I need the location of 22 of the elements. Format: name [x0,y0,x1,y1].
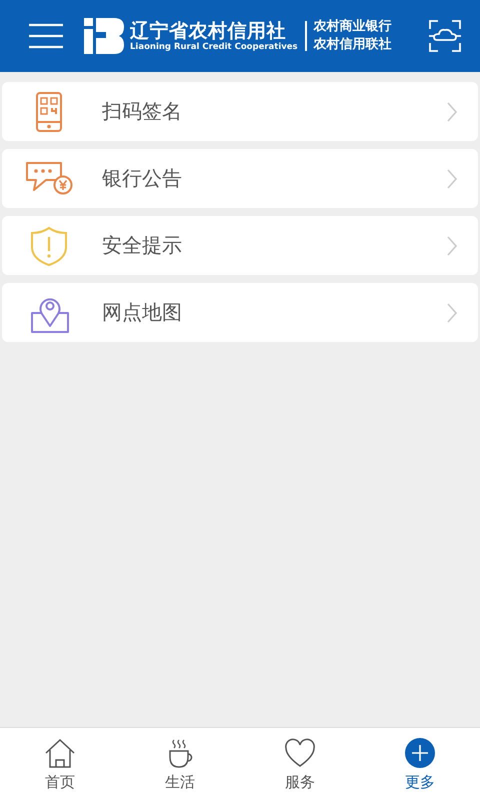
scan-icon[interactable] [428,19,462,53]
tab[interactable]: 首页 [0,728,120,800]
menu-item[interactable]: 安全提示 [2,216,478,275]
logo-icon [84,18,124,54]
logo-subtitle: Liaoning Rural Credit Cooperatives [130,42,298,52]
menu-item[interactable]: 网点地图 [2,283,478,342]
plus-icon [403,736,437,768]
menu-icon[interactable] [28,21,64,51]
menu-item[interactable]: 扫码签名 [2,82,478,141]
heart-icon [283,736,317,768]
menu-item[interactable]: 银行公告 [2,149,478,208]
tab[interactable]: 生活 [120,728,240,800]
chevron-icon [446,234,458,256]
brand-text: 农村信用联社 [314,36,392,54]
home-icon [43,736,77,768]
chevron-icon [446,302,458,324]
tab[interactable]: 更多 [360,728,480,800]
brand-text: 农村商业银行 [314,18,392,36]
chevron-icon [446,100,458,122]
logo-title: 辽宁省农村信用社 [130,20,287,42]
tab[interactable]: 服务 [240,728,360,800]
chevron-icon [446,168,458,190]
